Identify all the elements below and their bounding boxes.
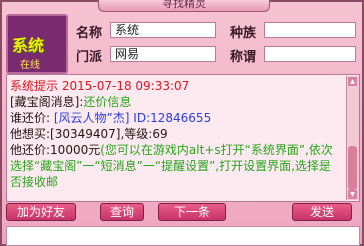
message-header: 系统提示 [10,79,59,93]
faction-field: 网易 [110,46,216,62]
query-button[interactable]: 查询 [100,203,144,221]
message-body: 系统提示 2015-07-18 09:33:07 [藏宝阁消息]:还价信息 谁还… [10,78,340,190]
line1-highlight: 还价信息 [83,95,132,109]
line2-prefix: 谁还价: [10,111,51,125]
title-label: 称谓 [230,50,257,65]
send-button[interactable]: 发送 [292,203,352,221]
message-line-4: 他还价:10000元(您可以在游戏内alt+s打开“系统界面”,依次选择“藏宝阁… [10,142,340,190]
line1-prefix: [藏宝阁消息]: [10,95,84,109]
player-id: ID:12846655 [133,111,212,125]
chat-window: 寻找精灵 系统 在线 名称 系统 种族 门派 网易 称谓 系统提示 2015-0… [0,0,364,246]
race-label: 种族 [230,26,257,41]
add-friend-button[interactable]: 加为好友 [6,203,76,221]
chat-input[interactable] [6,226,360,246]
next-button[interactable]: 下一条 [158,203,226,221]
race-field [264,22,356,38]
name-label: 名称 [76,26,103,41]
name-field: 系统 [110,22,216,38]
message-timestamp: 2015-07-18 09:33:07 [61,79,190,93]
faction-label: 门派 [76,50,103,65]
title-field [264,46,356,62]
message-line-1: [藏宝阁消息]:还价信息 [10,94,340,110]
avatar-text: 系统 [12,36,45,55]
line4-prefix: 他还价:10000元 [10,143,101,157]
window-title: 寻找精灵 [98,0,270,12]
message-scrollbar[interactable]: ▲ ▼ [346,76,359,200]
player-link[interactable]: [风云人物”杰] [54,111,130,125]
scroll-down-icon[interactable]: ▼ [348,190,357,199]
scroll-thumb[interactable] [348,146,357,190]
avatar: 系统 在线 [6,14,68,74]
message-header-line: 系统提示 2015-07-18 09:33:07 [10,78,340,94]
scroll-up-icon[interactable]: ▲ [348,77,357,86]
message-line-3: 他想买:[30349407],等级:69 [10,127,168,141]
message-line-2: 谁还价: [风云人物”杰] ID:12846655 [10,110,340,126]
avatar-status: 在线 [20,60,40,71]
